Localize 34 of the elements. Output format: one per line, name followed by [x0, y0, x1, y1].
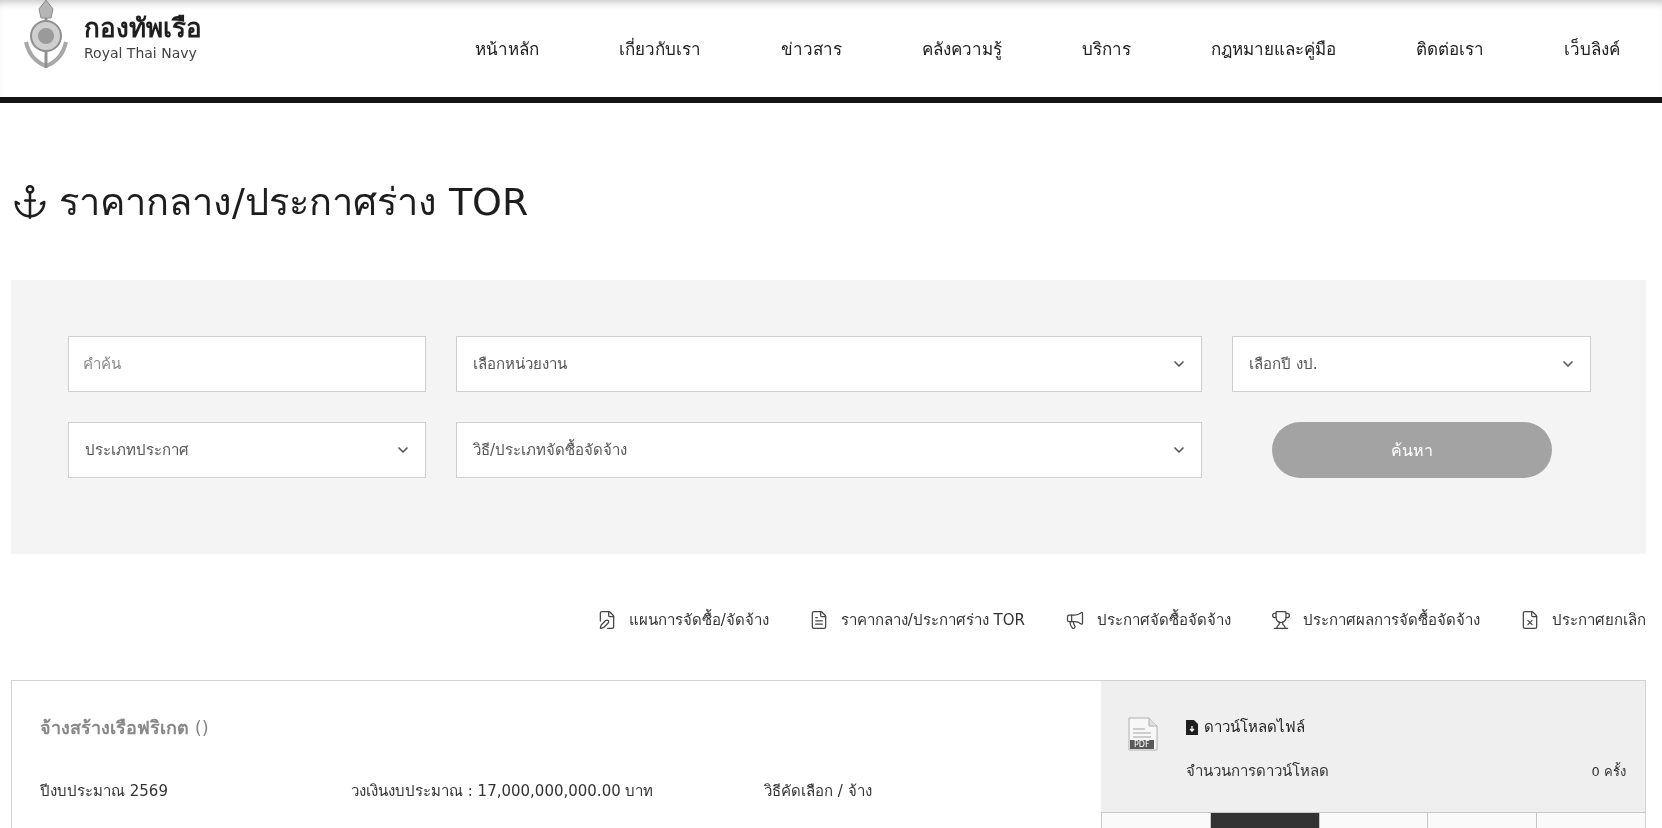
keyword-field[interactable]: คำค้น [68, 336, 426, 392]
megaphone-icon [1065, 610, 1085, 630]
file-type-badge: PDF [1130, 740, 1154, 749]
file-icon [1186, 719, 1198, 735]
category-link[interactable]: ราคากลาง/ประกาศร่าง TOR [808, 608, 1025, 632]
nav-link[interactable]: หน้าหลัก [475, 36, 539, 62]
nav-link[interactable]: บริการ [1082, 36, 1131, 62]
category-link[interactable]: ประกาศยกเลิก [1520, 608, 1646, 632]
dropdown[interactable]: เลือกปี งป. [1232, 336, 1591, 392]
dropdown[interactable]: เลือกหน่วยงาน [456, 336, 1202, 392]
nav-link[interactable]: เว็บลิงค์ [1564, 36, 1620, 62]
category-link[interactable]: ประกาศผลการจัดซื้อจัดจ้าง [1271, 608, 1480, 632]
category-link[interactable]: ประกาศจัดซื้อจัดจ้าง [1065, 608, 1231, 632]
document-x-icon [1520, 610, 1540, 630]
nav-link[interactable]: กฎหมายและคู่มือ [1211, 36, 1336, 62]
dropdown[interactable]: วิธี/ประเภทจัดซื้อจัดจ้าง [456, 422, 1202, 478]
download-count-label: จำนวนการดาวน์โหลด [1186, 761, 1329, 782]
dropdown[interactable]: ประเภทประกาศ [68, 422, 426, 478]
nav-link[interactable]: คลังความรู้ [922, 36, 1002, 62]
trophy-icon [1271, 610, 1291, 630]
project-title: จ้างสร้างเรือฟริเกต () [40, 716, 210, 740]
category-link[interactable]: แผนการจัดซื้อ/จัดจ้าง [596, 608, 769, 632]
nav-link[interactable]: ข่าวสาร [781, 36, 842, 62]
nav-link[interactable]: ติดต่อเรา [1416, 36, 1484, 62]
nav-link[interactable]: เกี่ยวกับเรา [619, 36, 701, 62]
site-subtitle: Royal Thai Navy [84, 44, 198, 62]
download-link[interactable]: ดาวน์โหลดไฟล์ [1186, 715, 1305, 739]
page-title: ราคากลาง/ประกาศร่าง TOR [59, 179, 529, 226]
site-title: กองทัพเรือ [84, 12, 202, 44]
download-count: 0 ครั้ง [1591, 761, 1626, 781]
project-detail: วิธีคัดเลือก / จ้าง [764, 781, 873, 802]
crest-icon[interactable] [22, 0, 70, 70]
project-detail: วงเงินงบประมาณ : 17,000,000,000.00 บาท [351, 781, 655, 802]
project-detail: ปีงบประมาณ 2569 [40, 781, 169, 802]
